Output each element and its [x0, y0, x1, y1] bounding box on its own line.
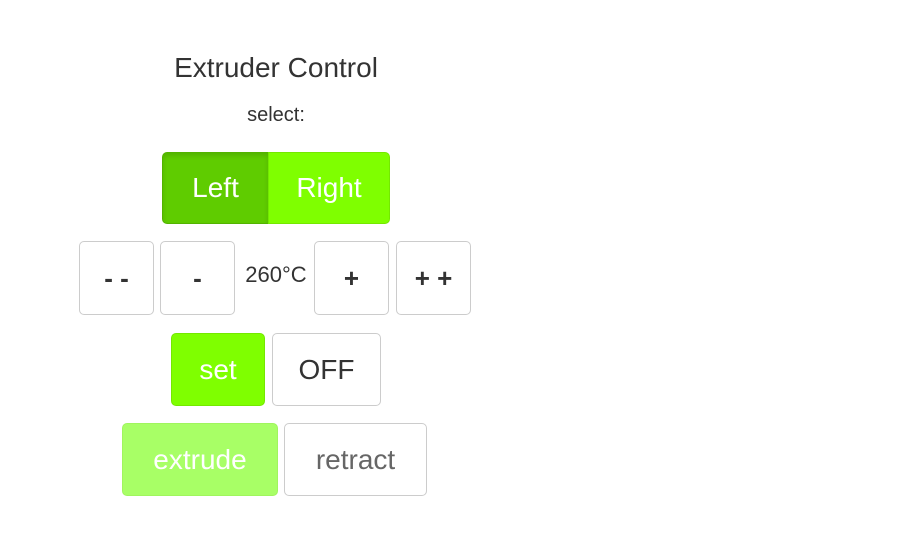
temp-decrease-button[interactable]: - [160, 241, 235, 315]
extruder-control-panel: Extruder Control select: Left Right - - … [0, 0, 552, 558]
retract-button[interactable]: retract [284, 423, 427, 496]
temperature-value: 260°C [245, 262, 307, 287]
set-temperature-button[interactable]: set [171, 333, 265, 406]
extruder-left-toggle[interactable]: Left [162, 152, 269, 224]
temp-increase-large-button[interactable]: + + [396, 241, 471, 315]
select-label: select: [247, 104, 305, 126]
temp-decrease-large-button[interactable]: - - [79, 241, 154, 315]
heater-off-button[interactable]: OFF [272, 333, 381, 406]
extrude-button[interactable]: extrude [122, 423, 278, 496]
extruder-right-toggle[interactable]: Right [268, 152, 390, 224]
temp-increase-button[interactable]: + [314, 241, 389, 315]
panel-title: Extruder Control [174, 52, 378, 83]
